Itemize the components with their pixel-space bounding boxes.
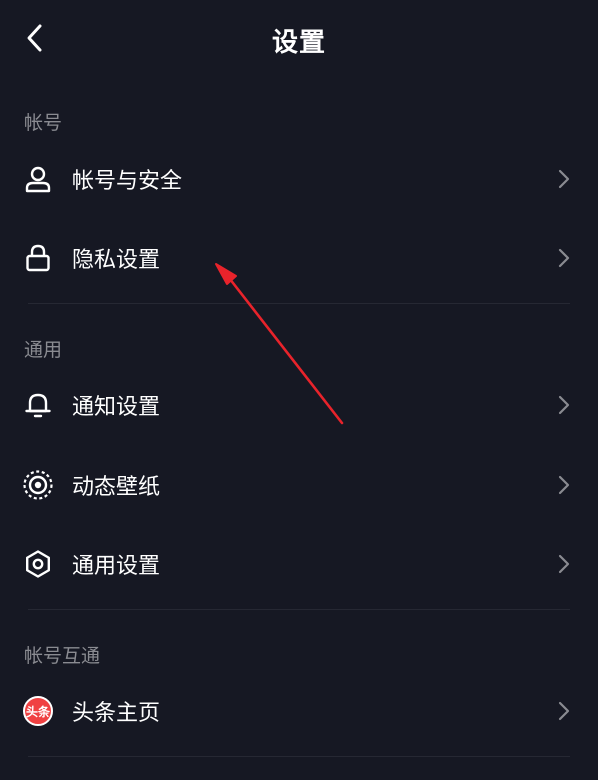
settings-item-label: 通用设置: [72, 554, 161, 579]
chevron-right-icon: [556, 246, 572, 270]
settings-item-toutiao-homepage[interactable]: 头条 头条主页: [0, 679, 598, 743]
chevron-right-icon: [556, 473, 572, 497]
settings-item-notifications[interactable]: 通知设置: [0, 373, 598, 437]
toutiao-logo-icon: 头条: [22, 695, 54, 727]
lock-icon: [22, 242, 54, 274]
chevron-right-icon: [556, 699, 572, 723]
toutiao-logo: 头条: [23, 696, 53, 726]
settings-item-label: 动态壁纸: [72, 475, 161, 500]
settings-item-label: 隐私设置: [72, 248, 161, 273]
settings-item-general[interactable]: 通用设置: [0, 532, 598, 596]
page-title: 设置: [271, 28, 326, 58]
section-divider: [28, 756, 570, 757]
settings-item-privacy[interactable]: 隐私设置: [0, 226, 598, 290]
settings-item-label: 帐号与安全: [72, 169, 183, 194]
header-bar: 设置: [0, 0, 598, 78]
gear-icon: [22, 548, 54, 580]
section-label-account: 帐号: [24, 112, 63, 134]
user-icon: [22, 163, 54, 195]
section-divider: [28, 303, 570, 304]
section-divider: [28, 609, 570, 610]
settings-item-label: 头条主页: [72, 701, 161, 726]
live-wallpaper-icon: [22, 469, 54, 501]
bell-icon: [22, 389, 54, 421]
section-label-linked-accounts: 帐号互通: [24, 645, 101, 667]
chevron-right-icon: [556, 393, 572, 417]
chevron-right-icon: [556, 552, 572, 576]
section-label-general: 通用: [24, 339, 63, 361]
settings-item-live-wallpaper[interactable]: 动态壁纸: [0, 453, 598, 517]
chevron-right-icon: [556, 167, 572, 191]
settings-item-account-security[interactable]: 帐号与安全: [0, 147, 598, 211]
settings-item-label: 通知设置: [72, 395, 161, 420]
